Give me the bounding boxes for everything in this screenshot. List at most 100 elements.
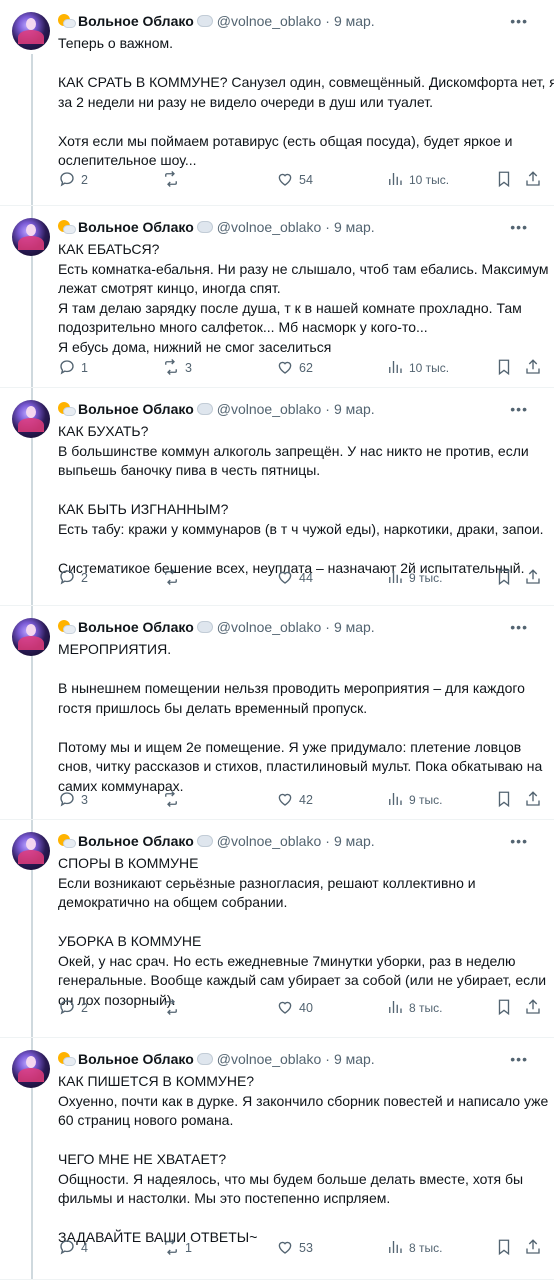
- share-button[interactable]: [524, 170, 547, 191]
- tweet-date[interactable]: 9 мар.: [334, 619, 375, 635]
- author-handle[interactable]: @volnoe_oblako: [217, 619, 322, 635]
- like-button[interactable]: 42: [276, 790, 313, 811]
- more-options-icon[interactable]: •••: [510, 1051, 528, 1067]
- bar-chart-icon: [386, 1238, 409, 1259]
- retweet-button[interactable]: [162, 790, 185, 811]
- like-button[interactable]: 54: [276, 170, 313, 191]
- like-button[interactable]: 40: [276, 998, 313, 1019]
- views-button[interactable]: 9 тыс.: [386, 568, 442, 589]
- cloud-with-rain-emoji-icon: [196, 1053, 213, 1065]
- tweet[interactable]: Вольное Облако @volnoe_oblako · 9 мар. •…: [0, 206, 554, 388]
- avatar[interactable]: [12, 618, 50, 656]
- bookmark-button[interactable]: [495, 568, 518, 589]
- author-name[interactable]: Вольное Облако: [78, 619, 194, 635]
- retweet-button[interactable]: 3: [162, 358, 192, 379]
- author-handle[interactable]: @volnoe_oblako: [217, 219, 322, 235]
- like-button[interactable]: 53: [276, 1238, 313, 1259]
- share-button[interactable]: [524, 358, 547, 379]
- bookmark-button[interactable]: [495, 170, 518, 191]
- reply-button[interactable]: 3: [58, 790, 88, 811]
- avatar[interactable]: [12, 400, 50, 438]
- bookmark-button[interactable]: [495, 998, 518, 1019]
- tweet-text-line: ослепительное шоу...: [58, 152, 197, 168]
- author-name[interactable]: Вольное Облако: [78, 219, 194, 235]
- avatar[interactable]: [12, 218, 50, 256]
- tweet-header: Вольное Облако @volnoe_oblako · 9 мар. •…: [58, 399, 542, 419]
- tweet[interactable]: Вольное Облако @volnoe_oblako · 9 мар. •…: [0, 1038, 554, 1280]
- reply-button[interactable]: 2: [58, 998, 88, 1019]
- views-count: 8 тыс.: [409, 1001, 443, 1015]
- tweet-date[interactable]: 9 мар.: [334, 833, 375, 849]
- author-name[interactable]: Вольное Облако: [78, 13, 194, 29]
- author-name[interactable]: Вольное Облако: [78, 1051, 194, 1067]
- views-button[interactable]: 10 тыс.: [386, 358, 449, 379]
- like-button[interactable]: 62: [276, 358, 313, 379]
- reply-icon: [58, 998, 81, 1019]
- author-name[interactable]: Вольное Облако: [78, 401, 194, 417]
- bookmark-button[interactable]: [495, 790, 518, 811]
- tweet-actions: 2 54 10 тыс.: [58, 170, 542, 190]
- tweet-date[interactable]: 9 мар.: [334, 401, 375, 417]
- reply-button[interactable]: 4: [58, 1238, 88, 1259]
- bookmark-button[interactable]: [495, 358, 518, 379]
- more-options-icon[interactable]: •••: [510, 219, 528, 235]
- more-options-icon[interactable]: •••: [510, 833, 528, 849]
- author-handle[interactable]: @volnoe_oblako: [217, 13, 322, 29]
- views-button[interactable]: 9 тыс.: [386, 790, 442, 811]
- tweet-text-line: 60 страниц нового романа.: [58, 1112, 234, 1128]
- heart-icon: [276, 170, 299, 191]
- tweet-text-line: гостя пришлось бы делать временный пропу…: [58, 699, 368, 716]
- retweet-button[interactable]: [162, 568, 185, 589]
- share-button[interactable]: [524, 998, 547, 1019]
- avatar[interactable]: [12, 832, 50, 870]
- avatar[interactable]: [12, 1050, 50, 1088]
- reply-button[interactable]: 2: [58, 170, 88, 191]
- reply-button[interactable]: 2: [58, 568, 88, 589]
- sun-behind-cloud-emoji-icon: [58, 1052, 76, 1066]
- author-handle[interactable]: @volnoe_oblako: [217, 401, 322, 417]
- tweet-date[interactable]: 9 мар.: [334, 13, 375, 29]
- tweet-header: Вольное Облако @volnoe_oblako · 9 мар. •…: [58, 1049, 542, 1069]
- retweet-button[interactable]: 1: [162, 1238, 192, 1259]
- share-icon: [524, 790, 547, 811]
- bar-chart-icon: [386, 790, 409, 811]
- tweet[interactable]: Вольное Облако @volnoe_oblako · 9 мар. •…: [0, 606, 554, 820]
- tweet-text-line: Хотя если мы поймаем ротавирус (есть общ…: [58, 132, 513, 149]
- retweet-button[interactable]: [162, 170, 185, 191]
- author-handle[interactable]: @volnoe_oblako: [217, 833, 322, 849]
- reply-button[interactable]: 1: [58, 358, 88, 379]
- retweet-button[interactable]: [162, 998, 185, 1019]
- tweet-text-line: демократично на общем собрании.: [58, 894, 288, 910]
- reply-icon: [58, 568, 81, 589]
- more-options-icon[interactable]: •••: [510, 13, 528, 29]
- author-name[interactable]: Вольное Облако: [78, 833, 194, 849]
- sun-behind-cloud-emoji-icon: [58, 14, 76, 28]
- reply-count: 3: [81, 793, 88, 807]
- like-button[interactable]: 44: [276, 568, 313, 589]
- share-button[interactable]: [524, 1238, 547, 1259]
- like-count: 54: [299, 173, 313, 187]
- views-button[interactable]: 8 тыс.: [386, 1238, 442, 1259]
- author-handle[interactable]: @volnoe_oblako: [217, 1051, 322, 1067]
- share-icon: [524, 998, 547, 1019]
- like-count: 42: [299, 793, 313, 807]
- tweet[interactable]: Вольное Облако @volnoe_oblako · 9 мар. •…: [0, 0, 554, 206]
- tweet[interactable]: Вольное Облако @volnoe_oblako · 9 мар. •…: [0, 820, 554, 1038]
- bookmark-button[interactable]: [495, 1238, 518, 1259]
- retweet-icon: [162, 1238, 185, 1259]
- tweet[interactable]: Вольное Облако @volnoe_oblako · 9 мар. •…: [0, 388, 554, 606]
- avatar[interactable]: [12, 12, 50, 50]
- views-button[interactable]: 10 тыс.: [386, 170, 449, 191]
- tweet-date[interactable]: 9 мар.: [334, 1051, 375, 1067]
- share-button[interactable]: [524, 790, 547, 811]
- more-options-icon[interactable]: •••: [510, 401, 528, 417]
- views-button[interactable]: 8 тыс.: [386, 998, 442, 1019]
- more-options-icon[interactable]: •••: [510, 619, 528, 635]
- like-count: 53: [299, 1241, 313, 1255]
- share-button[interactable]: [524, 568, 547, 589]
- tweet-text-line: генеральные. Вообще каждый сам убирает з…: [58, 972, 547, 988]
- retweet-count: 1: [185, 1241, 192, 1255]
- tweet-date[interactable]: 9 мар.: [334, 219, 375, 235]
